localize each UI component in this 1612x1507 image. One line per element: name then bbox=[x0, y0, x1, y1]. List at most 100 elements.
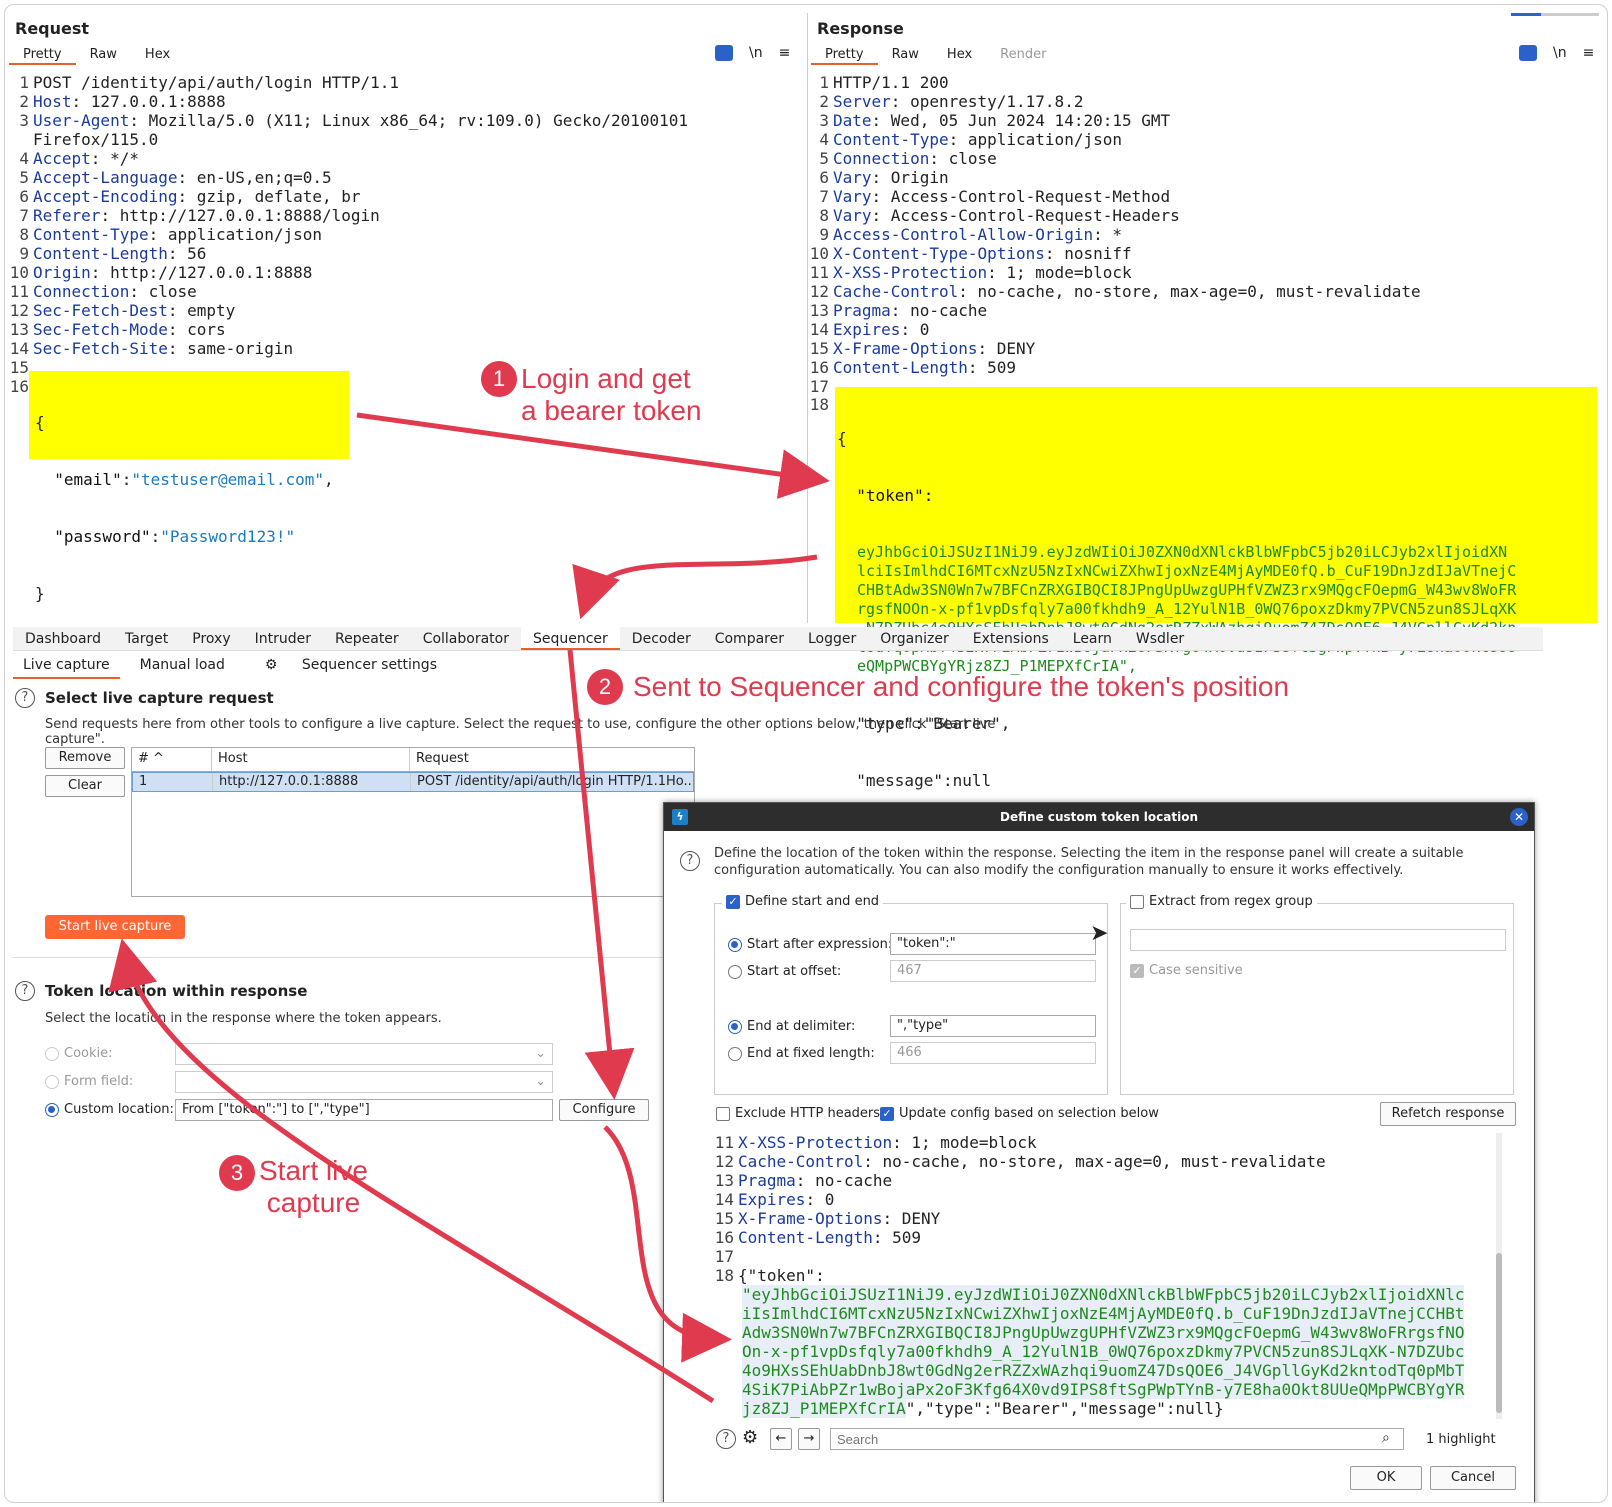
column-num[interactable]: # ^ bbox=[132, 748, 212, 771]
nav-tab-dashboard[interactable]: Dashboard bbox=[13, 627, 113, 650]
start-live-capture-button[interactable]: Start live capture bbox=[45, 915, 185, 939]
forward-arrow-icon[interactable]: → bbox=[798, 1428, 820, 1450]
gear-icon[interactable]: ⚙ bbox=[742, 1427, 758, 1448]
line-number: 1 bbox=[819, 73, 829, 92]
token-line: iIsImlhdCI6MTcxNzU5NzIxNCwiZXhwIjoxNzE4M… bbox=[742, 1304, 1465, 1323]
header-value: : */* bbox=[90, 149, 139, 168]
dialog-response-editor[interactable]: 11 X-XSS-Protection: 1; mode=block 12 Cache… bbox=[712, 1133, 1508, 1419]
tab-hex[interactable]: Hex bbox=[131, 45, 184, 65]
tab-live-capture[interactable]: Live capture bbox=[13, 653, 120, 679]
custom-location-radio[interactable]: Custom location: bbox=[45, 1102, 174, 1117]
nav-tab-collaborator[interactable]: Collaborator bbox=[411, 627, 521, 650]
regex-field[interactable] bbox=[1130, 929, 1506, 951]
table-row[interactable]: 1 http://127.0.0.1:8888 POST /identity/a… bbox=[132, 772, 694, 792]
tab-manual-load[interactable]: Manual load bbox=[130, 653, 235, 679]
remove-button[interactable]: Remove bbox=[45, 747, 125, 769]
dialog-description: Define the location of the token within … bbox=[714, 846, 1464, 878]
ok-button[interactable]: OK bbox=[1350, 1466, 1422, 1490]
header-value: : * bbox=[1093, 225, 1122, 244]
refetch-response-button[interactable]: Refetch response bbox=[1380, 1102, 1516, 1126]
nav-tab-organizer[interactable]: Organizer bbox=[868, 627, 960, 650]
nav-tab-extensions[interactable]: Extensions bbox=[961, 627, 1061, 650]
tab-hex[interactable]: Hex bbox=[933, 45, 986, 65]
start-offset-field[interactable]: 467 bbox=[890, 960, 1096, 982]
header-value: : no-cache, no-store, max-age=0, must-re… bbox=[958, 282, 1421, 301]
update-config-checkbox[interactable]: ✓ Update config based on selection below bbox=[880, 1106, 1159, 1121]
nav-tab-comparer[interactable]: Comparer bbox=[703, 627, 796, 650]
header-value: Firefox/115.0 bbox=[33, 130, 159, 149]
line-number: 2 bbox=[19, 92, 29, 111]
help-icon[interactable]: ? bbox=[15, 688, 35, 708]
back-arrow-icon[interactable]: ← bbox=[770, 1428, 792, 1450]
regex-checkbox[interactable]: Extract from regex group bbox=[1126, 894, 1317, 909]
header-name: Date bbox=[833, 111, 872, 130]
step-2-label: Sent to Sequencer and configure the toke… bbox=[633, 671, 1290, 702]
step-3-label: Start live capture bbox=[259, 1155, 368, 1218]
code-line: 10 X-Content-Type-Options: nosniff bbox=[807, 244, 1421, 263]
end-fixed-length-radio[interactable]: End at fixed length: bbox=[728, 1046, 875, 1061]
close-icon[interactable]: ✕ bbox=[1510, 808, 1528, 826]
help-icon[interactable]: ? bbox=[680, 851, 700, 871]
newline-icon[interactable]: \n bbox=[1553, 45, 1567, 61]
nav-tab-target[interactable]: Target bbox=[113, 627, 180, 650]
code-line: 13 Pragma: no-cache bbox=[712, 1171, 1508, 1190]
end-delimiter-radio[interactable]: End at delimiter: bbox=[728, 1019, 855, 1034]
request-table: # ^ Host Request 1 http://127.0.0.1:8888… bbox=[131, 747, 695, 897]
cookie-select[interactable]: ⌄ bbox=[175, 1043, 553, 1065]
newline-icon[interactable]: \n bbox=[749, 45, 763, 61]
nav-tab-learn[interactable]: Learn bbox=[1061, 627, 1124, 650]
tab-raw[interactable]: Raw bbox=[878, 45, 933, 65]
line-number: 8 bbox=[819, 206, 829, 225]
cancel-button[interactable]: Cancel bbox=[1430, 1466, 1516, 1490]
nav-tab-proxy[interactable]: Proxy bbox=[180, 627, 242, 650]
header-value: : no-cache bbox=[795, 1171, 893, 1190]
define-start-end-checkbox[interactable]: ✓ Define start and end bbox=[722, 894, 884, 909]
nav-tab-intruder[interactable]: Intruder bbox=[243, 627, 323, 650]
tab-pretty[interactable]: Pretty bbox=[9, 45, 76, 65]
header-name: Access-Control-Allow-Origin bbox=[833, 225, 1094, 244]
wrap-icon[interactable] bbox=[1519, 45, 1537, 61]
nav-tab-repeater[interactable]: Repeater bbox=[323, 627, 411, 650]
help-icon[interactable]: ? bbox=[716, 1429, 736, 1449]
clear-button[interactable]: Clear bbox=[45, 775, 125, 797]
nav-tab-decoder[interactable]: Decoder bbox=[620, 627, 703, 650]
menu-icon[interactable]: ≡ bbox=[1583, 45, 1595, 61]
wrap-icon[interactable] bbox=[715, 45, 733, 61]
start-after-radio[interactable]: Start after expression: bbox=[728, 937, 892, 952]
nav-tab-sequencer[interactable]: Sequencer bbox=[520, 627, 620, 650]
capture-title: Select live capture request bbox=[45, 689, 274, 707]
menu-icon[interactable]: ≡ bbox=[779, 45, 791, 61]
form-field-radio[interactable]: Form field: bbox=[45, 1074, 133, 1089]
nav-tab-logger[interactable]: Logger bbox=[796, 627, 868, 650]
request-editor[interactable]: 1 POST /identity/api/auth/login HTTP/1.1 2… bbox=[7, 73, 688, 377]
cookie-radio[interactable]: Cookie: bbox=[45, 1046, 113, 1061]
response-editor[interactable]: 1 HTTP/1.1 200 2 Server: openresty/1.17.8.2… bbox=[807, 73, 1421, 396]
line-number: 16 bbox=[809, 358, 829, 377]
sequencer-settings[interactable]: ⚙ Sequencer settings bbox=[245, 653, 457, 679]
tab-pretty[interactable]: Pretty bbox=[811, 45, 878, 65]
header-value: {"token": bbox=[738, 1266, 825, 1285]
code-line: 14 Sec-Fetch-Site: same-origin bbox=[7, 339, 688, 358]
column-request[interactable]: Request bbox=[410, 748, 690, 771]
end-fixed-length-field[interactable]: 466 bbox=[890, 1042, 1096, 1064]
header-name: Vary bbox=[833, 187, 872, 206]
nav-tab-wsdler[interactable]: Wsdler bbox=[1124, 627, 1196, 650]
search-input[interactable] bbox=[830, 1428, 1404, 1450]
tab-raw[interactable]: Raw bbox=[76, 45, 131, 65]
form-field-select[interactable]: ⌄ bbox=[175, 1071, 553, 1093]
help-icon[interactable]: ? bbox=[15, 981, 35, 1001]
code-line: 12 Cache-Control: no-cache, no-store, max… bbox=[807, 282, 1421, 301]
code-line: 8 Content-Type: application/json bbox=[7, 225, 688, 244]
header-value: : 56 bbox=[167, 244, 207, 263]
case-sensitive-checkbox[interactable]: ✓ Case sensitive bbox=[1130, 963, 1243, 978]
custom-location-field[interactable]: From ["token":"] to [","type"] bbox=[175, 1099, 553, 1121]
tab-render[interactable]: Render bbox=[986, 45, 1060, 65]
configure-button[interactable]: Configure bbox=[559, 1099, 649, 1121]
exclude-headers-checkbox[interactable]: Exclude HTTP headers bbox=[716, 1106, 880, 1121]
scrollbar[interactable] bbox=[1496, 1133, 1502, 1419]
start-offset-radio[interactable]: Start at offset: bbox=[728, 964, 841, 979]
request-tabs: Pretty Raw Hex bbox=[9, 45, 184, 65]
start-after-field[interactable]: "token":" bbox=[890, 933, 1096, 955]
end-delimiter-field[interactable]: ","type" bbox=[890, 1015, 1096, 1037]
column-host[interactable]: Host bbox=[212, 748, 410, 771]
